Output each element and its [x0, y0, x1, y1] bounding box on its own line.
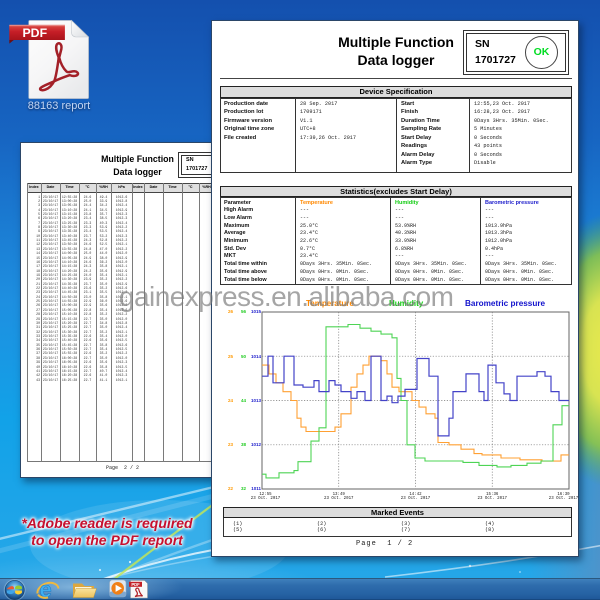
svg-text:PDF: PDF: [131, 582, 140, 587]
svg-text:PDF: PDF: [22, 26, 47, 40]
